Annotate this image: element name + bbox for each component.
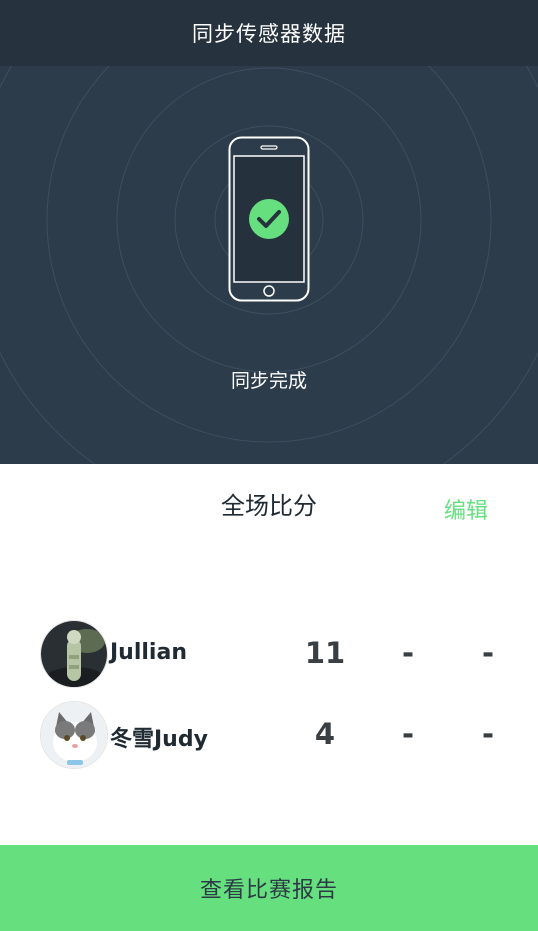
view-report-button[interactable]: 查看比赛报告	[0, 845, 538, 931]
player-row: Jullian 11 - -	[0, 620, 538, 690]
score-value: -	[401, 717, 415, 751]
page-title: 同步传感器数据	[192, 22, 346, 46]
phone-icon	[228, 136, 310, 302]
navigation-bar: 同步传感器数据	[0, 0, 538, 66]
score-value: -	[481, 636, 495, 670]
player-row: 冬雪Judy 4 - -	[0, 701, 538, 771]
score-value: -	[401, 636, 415, 670]
check-circle-icon	[249, 199, 289, 239]
score-header: 全场比分 编辑	[0, 486, 538, 526]
score-value: -	[481, 717, 495, 751]
cat-avatar	[40, 701, 108, 769]
edit-button[interactable]: 编辑	[444, 493, 488, 525]
score-value: 4	[314, 717, 336, 751]
view-report-label: 查看比赛报告	[199, 878, 338, 903]
player-name: 冬雪Judy	[110, 727, 208, 752]
sync-status-text: 同步完成	[230, 370, 307, 392]
cactus-avatar	[40, 620, 108, 688]
player-name: Jullian	[110, 640, 187, 665]
score-value: 11	[304, 636, 346, 670]
sync-panel: 同步传感器数据 同步完成	[0, 0, 538, 464]
